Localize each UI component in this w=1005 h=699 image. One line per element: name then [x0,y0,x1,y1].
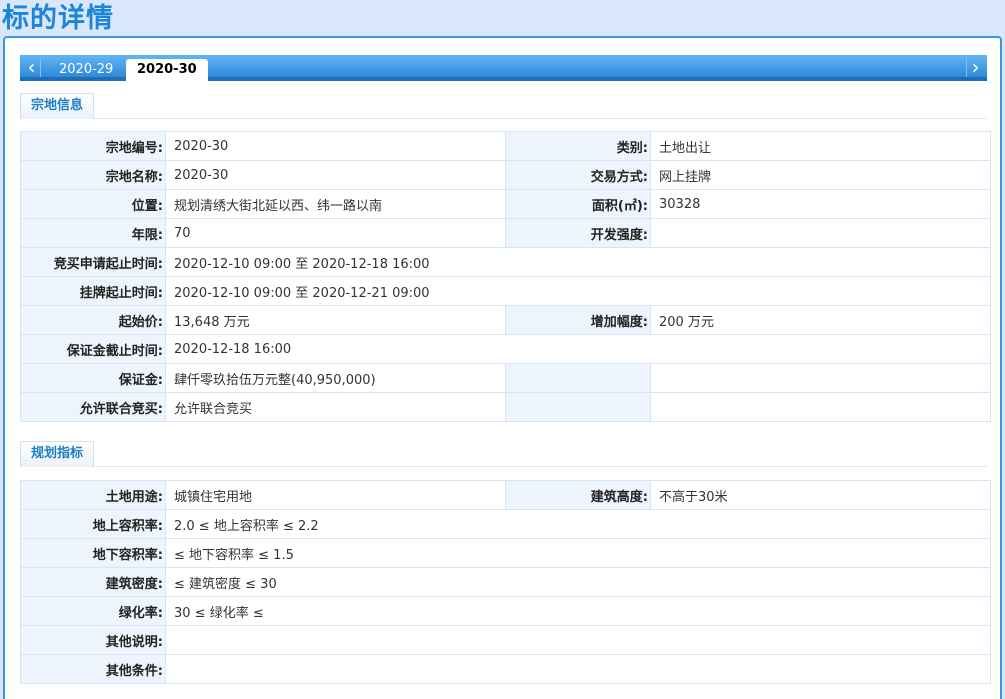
parcel-row: 宗地名称: 2020-30 交易方式: 网上挂牌 [20,160,991,190]
planning-row: 其他说明: [20,625,991,655]
field-value: 13,648 万元 [165,305,506,335]
parcel-row: 起始价: 13,648 万元 增加幅度: 200 万元 [20,305,991,335]
field-value: 不高于30米 [650,480,991,510]
planning-section-title: 规划指标 [20,441,95,467]
field-value: ≤ 建筑密度 ≤ 30 [165,567,991,597]
page-title: 标的详情 [2,3,114,34]
parcel-row: 位置: 规划清绣大街北延以西、纬一路以南 面积(㎡): 30328 [20,189,991,219]
field-value: 2020-30 [165,131,506,161]
field-value [650,392,991,422]
tab-2020-30[interactable]: 2020-30 [126,59,208,82]
field-value: 2020-12-18 16:00 [165,334,991,364]
field-value: ≤ 地下容积率 ≤ 1.5 [165,538,991,568]
parcel-row: 宗地编号: 2020-30 类别: 土地出让 [20,131,991,161]
field-label: 增加幅度: [505,305,651,335]
field-label: 宗地编号: [20,131,166,161]
parcel-row: 允许联合竞买: 允许联合竞买 [20,392,991,422]
field-label: 起始价: [20,305,166,335]
field-value: 城镇住宅用地 [165,480,506,510]
field-value: 肆仟零玖拾伍万元整(40,950,000) [165,363,506,393]
field-value: 30328 [650,189,991,219]
field-label: 建筑高度: [505,480,651,510]
field-label: 宗地名称: [20,160,166,190]
parcel-section-title: 宗地信息 [20,93,95,119]
parcel-row: 保证金: 肆仟零玖拾伍万元整(40,950,000) [20,363,991,393]
parcel-row: 保证金截止时间: 2020-12-18 16:00 [20,334,991,364]
planning-info-table: 土地用途: 城镇住宅用地 建筑高度: 不高于30米 地上容积率: 2.0 ≤ 地上容积率 … [20,480,991,684]
field-label: 位置: [20,189,166,219]
field-label: 挂牌起止时间: [20,276,166,306]
field-label: 其他说明: [20,625,166,655]
field-label: 绿化率: [20,596,166,626]
planning-section-header: 规划指标 [20,441,987,467]
field-value [650,363,991,393]
field-label: 建筑密度: [20,567,166,597]
planning-row: 地下容积率: ≤ 地下容积率 ≤ 1.5 [20,538,991,568]
parcel-row: 挂牌起止时间: 2020-12-10 09:00 至 2020-12-21 09:… [20,276,991,306]
field-value: 土地出让 [650,131,991,161]
field-label: 保证金: [20,363,166,393]
field-label: 地上容积率: [20,509,166,539]
field-value: 30 ≤ 绿化率 ≤ [165,596,991,626]
field-label: 竞买申请起止时间: [20,247,166,277]
field-value [165,625,991,655]
field-value: 网上挂牌 [650,160,991,190]
field-label: 年限: [20,218,166,248]
parcel-row: 竞买申请起止时间: 2020-12-10 09:00 至 2020-12-18 1… [20,247,991,277]
field-label: 交易方式: [505,160,651,190]
field-label: 地下容积率: [20,538,166,568]
field-label: 其他条件: [20,654,166,684]
field-value: 规划清绣大街北延以西、纬一路以南 [165,189,506,219]
field-value: 70 [165,218,506,248]
planning-row: 绿化率: 30 ≤ 绿化率 ≤ [20,596,991,626]
field-label [505,363,651,393]
field-label: 类别: [505,131,651,161]
field-value: 2.0 ≤ 地上容积率 ≤ 2.2 [165,509,991,539]
planning-row: 土地用途: 城镇住宅用地 建筑高度: 不高于30米 [20,480,991,510]
field-value: 200 万元 [650,305,991,335]
field-value [650,218,991,248]
field-label: 面积(㎡): [505,189,651,219]
field-label: 开发强度: [505,218,651,248]
tab-2020-29[interactable]: 2020-29 [48,59,124,82]
planning-row: 其他条件: [20,654,991,684]
chevron-right-icon[interactable]: › [966,57,984,77]
field-value [165,654,991,684]
field-label: 保证金截止时间: [20,334,166,364]
chevron-left-icon[interactable]: ‹ [23,57,41,77]
field-value: 允许联合竞买 [165,392,506,422]
planning-row: 地上容积率: 2.0 ≤ 地上容积率 ≤ 2.2 [20,509,991,539]
parcel-row: 年限: 70 开发强度: [20,218,991,248]
field-label: 土地用途: [20,480,166,510]
field-value: 2020-12-10 09:00 至 2020-12-18 16:00 [165,247,991,277]
detail-panel: ‹ 2020-29 2020-30 › 宗地信息 宗地编号: 2020-30 类别:… [3,36,1002,699]
field-value: 2020-12-10 09:00 至 2020-12-21 09:00 [165,276,991,306]
field-label [505,392,651,422]
planning-row: 建筑密度: ≤ 建筑密度 ≤ 30 [20,567,991,597]
parcel-info-table: 宗地编号: 2020-30 类别: 土地出让 宗地名称: 2020-30 交易方式: 网上挂牌… [20,131,991,422]
parcel-tab-bar: ‹ 2020-29 2020-30 › [20,55,987,82]
parcel-section-header: 宗地信息 [20,93,987,119]
field-value: 2020-30 [165,160,506,190]
field-label: 允许联合竞买: [20,392,166,422]
